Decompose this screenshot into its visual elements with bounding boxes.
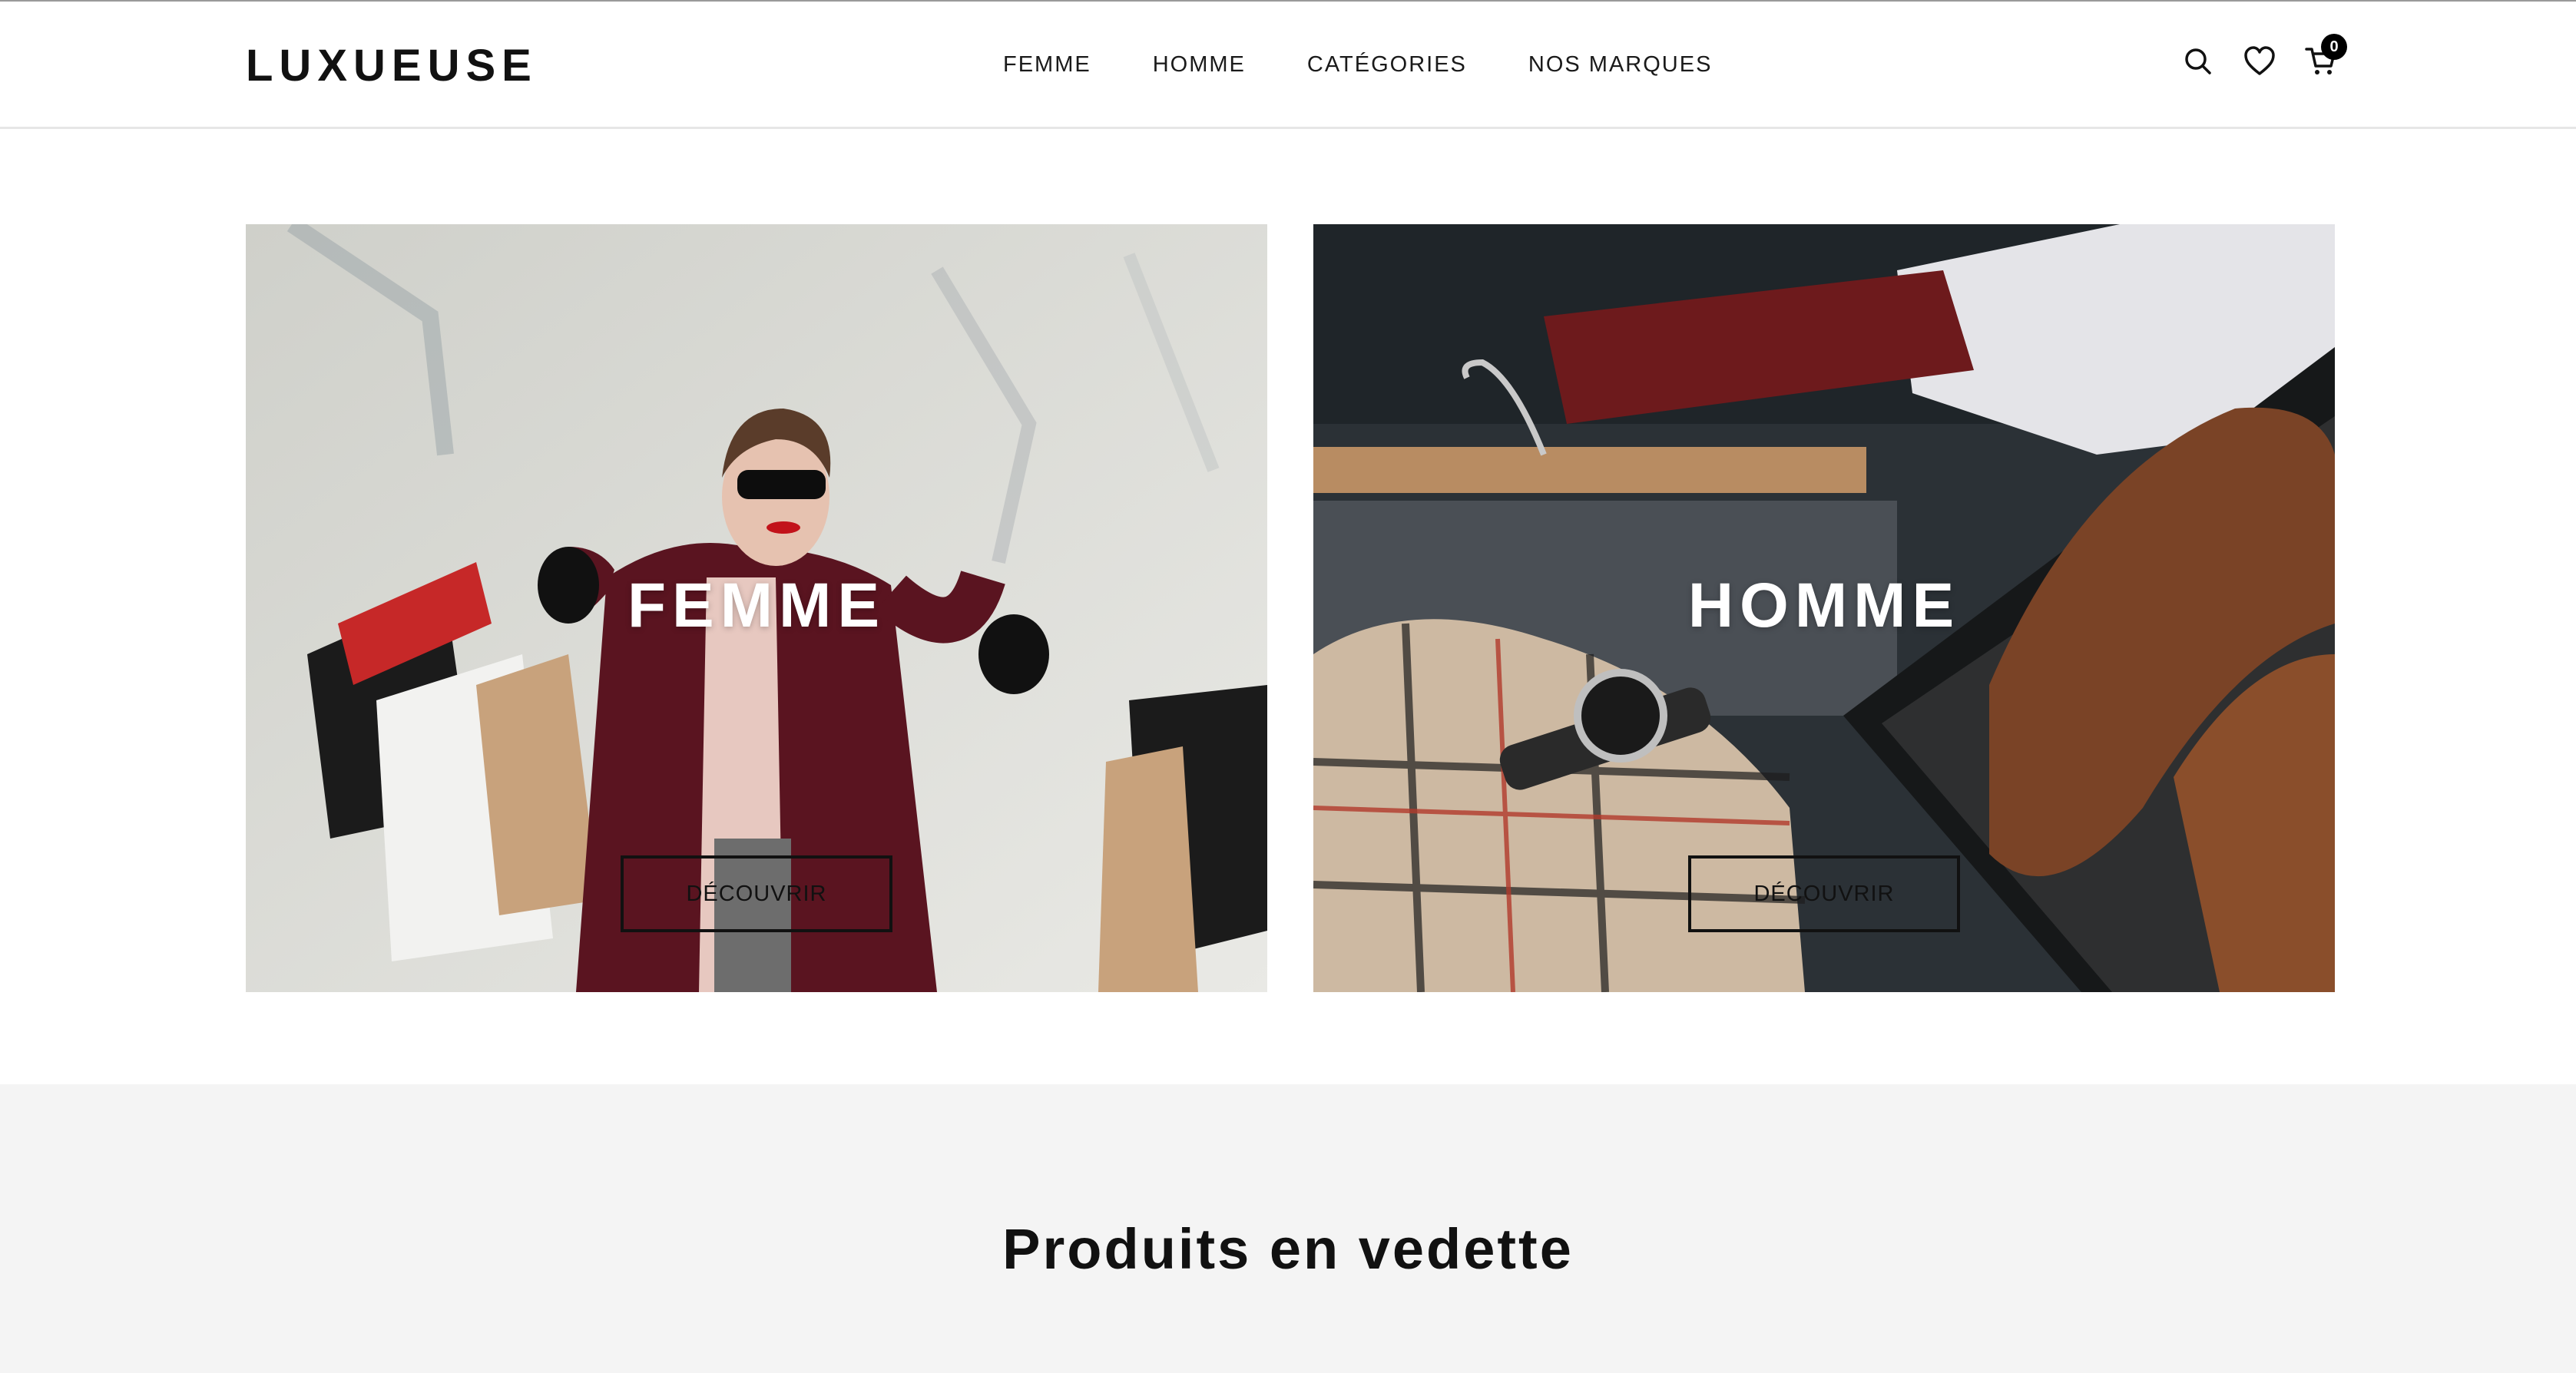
discover-button-homme[interactable]: DÉCOUVRIR bbox=[1688, 855, 1960, 932]
banner-title-femme: FEMME bbox=[627, 571, 886, 640]
heart-icon[interactable] bbox=[2240, 41, 2280, 81]
banner-homme[interactable]: HOMME DÉCOUVRIR bbox=[1313, 224, 2335, 992]
main-nav: FEMME HOMME CATÉGORIES NOS MARQUES bbox=[1003, 52, 1712, 78]
cart-icon[interactable]: 0 bbox=[2301, 34, 2347, 81]
featured-section: Produits en vedette bbox=[0, 1084, 2576, 1373]
discover-button-femme[interactable]: DÉCOUVRIR bbox=[621, 855, 892, 932]
nav-item-homme[interactable]: HOMME bbox=[1153, 52, 1246, 78]
banner-title-homme: HOMME bbox=[1687, 571, 1961, 640]
nav-item-nos-marques[interactable]: NOS MARQUES bbox=[1528, 52, 1713, 78]
nav-item-categories[interactable]: CATÉGORIES bbox=[1307, 52, 1467, 78]
nav-item-femme[interactable]: FEMME bbox=[1003, 52, 1091, 78]
featured-title: Produits en vedette bbox=[1002, 1217, 1574, 1281]
search-icon[interactable] bbox=[2178, 41, 2218, 81]
site-logo[interactable]: LUXUEUSE bbox=[246, 40, 538, 91]
site-header: LUXUEUSE FEMME HOMME CATÉGORIES NOS MARQ… bbox=[0, 2, 2576, 129]
header-icons: 0 bbox=[2178, 34, 2347, 81]
cart-count-badge: 0 bbox=[2321, 34, 2347, 60]
banner-femme[interactable]: FEMME DÉCOUVRIR bbox=[246, 224, 1267, 992]
